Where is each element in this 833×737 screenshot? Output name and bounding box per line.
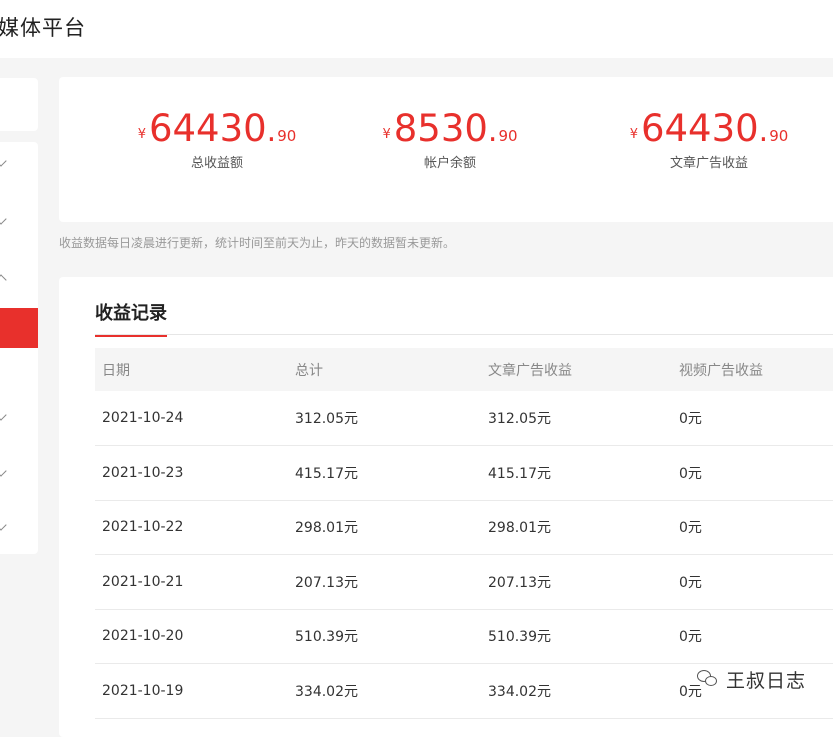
table-row: 2021-10-22 298.01元 298.01元 0元 bbox=[95, 500, 833, 555]
table-row: 2021-10-20 510.39元 510.39元 0元 bbox=[95, 609, 833, 664]
sidebar-item-active[interactable] bbox=[0, 308, 38, 348]
chevron-down-icon bbox=[0, 155, 7, 167]
watermark-text: 王叔日志 bbox=[726, 669, 807, 692]
stat-article-ad-earnings: ¥64430.90 文章广告收益 bbox=[599, 107, 819, 171]
tab-divider bbox=[95, 334, 833, 335]
cell-total: 334.02元 bbox=[288, 663, 481, 719]
cell-date: 2021-10-20 bbox=[95, 609, 288, 664]
top-bar: 媒体平台 bbox=[0, 0, 833, 58]
cell-video-ads: 0元 bbox=[672, 445, 833, 501]
table-row: 2021-10-23 415.17元 415.17元 0元 bbox=[95, 445, 833, 501]
cell-article-ads: 334.02元 bbox=[481, 663, 672, 719]
cell-video-ads: 0元 bbox=[672, 609, 833, 664]
table-row: 2021-10-21 207.13元 207.13元 0元 bbox=[95, 554, 833, 610]
cell-video-ads: 0元 bbox=[672, 391, 833, 446]
wechat-icon bbox=[697, 670, 719, 688]
cell-date: 2021-10-24 bbox=[95, 391, 288, 446]
sidebar-item-3[interactable] bbox=[0, 257, 38, 297]
data-update-note: 收益数据每日凌晨进行更新，统计时间至前天为止，昨天的数据暂未更新。 bbox=[59, 236, 456, 250]
chevron-up-icon bbox=[0, 274, 7, 286]
sidebar-item-6[interactable] bbox=[0, 396, 38, 436]
cell-video-ads: 0元 bbox=[672, 500, 833, 555]
column-header-total: 总计 bbox=[288, 348, 481, 391]
stat-amount: ¥64430.90 bbox=[629, 107, 789, 150]
stat-amount: ¥64430.90 bbox=[137, 107, 297, 150]
cell-date: 2021-10-23 bbox=[95, 445, 288, 501]
table-header-row: 日期 总计 文章广告收益 视频广告收益 bbox=[95, 348, 833, 391]
cell-total: 510.39元 bbox=[288, 609, 481, 664]
stat-amount: ¥8530.90 bbox=[382, 107, 518, 150]
cell-article-ads: 207.13元 bbox=[481, 554, 672, 610]
cell-total: 207.13元 bbox=[288, 554, 481, 610]
earnings-summary-card: ¥64430.90 总收益额 ¥8530.90 帐户余额 ¥64430.90 文… bbox=[59, 77, 833, 222]
cell-date: 2021-10-22 bbox=[95, 500, 288, 555]
column-header-article-ads: 文章广告收益 bbox=[481, 348, 672, 391]
table-row: 2021-10-24 312.05元 312.05元 0元 bbox=[95, 391, 833, 446]
sidebar bbox=[0, 142, 38, 554]
chevron-down-icon bbox=[0, 409, 7, 421]
column-header-video-ads: 视频广告收益 bbox=[672, 348, 833, 391]
chevron-down-icon bbox=[0, 519, 7, 531]
stat-label: 帐户余额 bbox=[423, 156, 476, 171]
cell-date: 2021-10-21 bbox=[95, 554, 288, 610]
chevron-down-icon bbox=[0, 213, 7, 225]
cell-date: 2021-10-19 bbox=[95, 663, 288, 719]
chevron-down-icon bbox=[0, 465, 7, 477]
tab-earnings-records[interactable]: 收益记录 bbox=[95, 299, 167, 337]
sidebar-header-card bbox=[0, 78, 38, 131]
sidebar-item-7[interactable] bbox=[0, 452, 38, 492]
stat-label: 文章广告收益 bbox=[669, 156, 748, 171]
stat-total-earnings: ¥64430.90 总收益额 bbox=[107, 107, 327, 171]
column-header-date: 日期 bbox=[95, 348, 288, 391]
cell-total: 312.05元 bbox=[288, 391, 481, 446]
sidebar-item-8[interactable] bbox=[0, 506, 38, 546]
cell-article-ads: 510.39元 bbox=[481, 609, 672, 664]
cell-video-ads: 0元 bbox=[672, 554, 833, 610]
cell-article-ads: 298.01元 bbox=[481, 500, 672, 555]
cell-total: 415.17元 bbox=[288, 445, 481, 501]
cell-article-ads: 312.05元 bbox=[481, 391, 672, 446]
cell-total: 298.01元 bbox=[288, 500, 481, 555]
stat-account-balance: ¥8530.90 帐户余额 bbox=[340, 107, 560, 171]
cell-article-ads: 415.17元 bbox=[481, 445, 672, 501]
stat-label: 总收益额 bbox=[190, 156, 243, 171]
earnings-table: 日期 总计 文章广告收益 视频广告收益 2021-10-24 312.05元 3… bbox=[95, 348, 833, 719]
sidebar-item-1[interactable] bbox=[0, 142, 38, 182]
watermark: 王叔日志 bbox=[697, 664, 806, 694]
sidebar-item-2[interactable] bbox=[0, 200, 38, 240]
platform-title: 媒体平台 bbox=[0, 16, 86, 40]
